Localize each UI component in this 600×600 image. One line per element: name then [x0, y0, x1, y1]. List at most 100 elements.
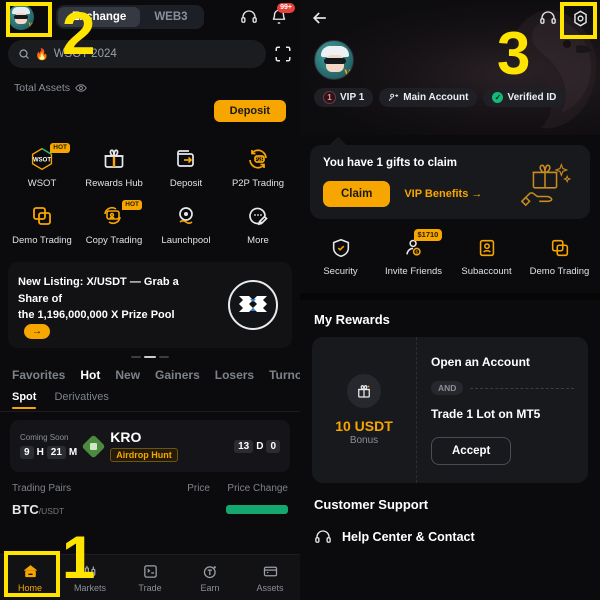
reward-step-2: Trade 1 Lot on MT5 — [431, 407, 541, 421]
quick-action-launchpool[interactable]: Launchpool — [150, 195, 222, 252]
scan-icon[interactable] — [274, 45, 292, 63]
coming-soon-label: Coming Soon — [20, 433, 69, 442]
right-top-bar — [300, 0, 600, 36]
tab-hot[interactable]: Hot — [80, 368, 100, 382]
earn-icon — [180, 563, 240, 581]
gift-claim-card: You have 1 gifts to claim Claim VIP Bene… — [310, 145, 590, 219]
quick-action-demo-trading[interactable]: Demo Trading — [6, 195, 78, 252]
profile-action-label: Invite Friends — [384, 266, 443, 277]
hot-badge: HOT — [50, 143, 70, 153]
row-change-chip — [226, 505, 288, 514]
col-trading-pairs: Trading Pairs — [12, 483, 72, 494]
dot[interactable] — [159, 356, 169, 358]
right-panel-profile-screen: v 1 VIP 1 Main Account ✓ Verified ID You… — [300, 0, 600, 600]
quick-action-p2p[interactable]: P2P P2P Trading — [222, 138, 294, 195]
tab-losers[interactable]: Losers — [215, 368, 254, 382]
reward-card-right: Open an Account AND Trade 1 Lot on MT5 A… — [417, 337, 588, 483]
reward-step-1: Open an Account — [431, 355, 530, 369]
coming-soon-token-name: KRO — [110, 429, 142, 445]
deposit-button[interactable]: Deposit — [213, 100, 286, 122]
quick-action-copy-trading[interactable]: HOT Copy Trading — [78, 195, 150, 252]
headset-icon[interactable] — [240, 8, 258, 26]
shield-check-icon — [304, 235, 377, 261]
row-quote: /USDT — [38, 506, 65, 516]
dashed-connector — [470, 387, 574, 389]
bell-icon[interactable]: 99+ — [270, 3, 295, 26]
coming-soon-card[interactable]: Coming Soon 9 H 21 M KRO Airdrop Hunt 13… — [10, 420, 290, 472]
kro-token-icon — [81, 433, 106, 459]
bottom-nav-earn[interactable]: Earn — [180, 563, 240, 593]
banner-text: New Listing: X/USDT — Grab a Share of th… — [18, 274, 208, 340]
search-row: 🔥 WSOT 2024 — [8, 40, 292, 68]
profile-action-security[interactable]: Security — [304, 235, 377, 277]
market-tabs: Favorites Hot New Gainers Losers Turnov — [0, 358, 300, 382]
profile-hero: v 1 VIP 1 Main Account ✓ Verified ID — [300, 0, 600, 135]
chip-main-account[interactable]: Main Account — [379, 88, 478, 107]
coming-soon-info: KRO Airdrop Hunt — [110, 429, 178, 463]
banner-line-2: the 1,196,000,000 X Prize Pool — [18, 309, 175, 321]
reward-gift-icon — [347, 374, 381, 408]
vip-benefits-link[interactable]: VIP Benefits → — [404, 188, 482, 200]
tab-favorites[interactable]: Favorites — [12, 368, 65, 382]
dot[interactable] — [131, 356, 141, 358]
profile-action-invite-friends[interactable]: $ $1710 Invite Friends — [377, 229, 450, 277]
quick-action-rewards-hub[interactable]: Rewards Hub — [78, 138, 150, 195]
avatar-sunglasses — [324, 58, 346, 64]
claim-button[interactable]: Claim — [323, 181, 391, 207]
countdown-value: 21 — [46, 446, 66, 459]
help-center-row[interactable]: Help Center & Contact — [300, 512, 600, 546]
subtab-spot[interactable]: Spot — [12, 391, 37, 409]
quick-action-label: WSOT — [27, 178, 57, 189]
subtab-derivatives[interactable]: Derivatives — [54, 391, 108, 403]
quick-action-deposit[interactable]: Deposit — [150, 138, 222, 195]
coming-soon-countdown-left: 9 H 21 M — [20, 446, 77, 459]
quick-action-label: Demo Trading — [12, 235, 72, 246]
more-icon — [222, 201, 294, 231]
quick-action-label: Launchpool — [161, 235, 211, 246]
countdown-value: 13 — [234, 439, 254, 453]
search-input[interactable]: 🔥 WSOT 2024 — [8, 40, 266, 68]
quick-action-label: Deposit — [169, 178, 203, 189]
profile-action-subaccount[interactable]: Subaccount — [450, 235, 523, 277]
bottom-nav-trade[interactable]: Trade — [120, 563, 180, 593]
invite-bonus-badge: $1710 — [413, 229, 443, 241]
avatar-badge-icon: v — [344, 65, 351, 79]
dot-active[interactable] — [144, 356, 156, 358]
profile-action-demo-trading[interactable]: Demo Trading — [523, 235, 596, 277]
svg-text:WSOT: WSOT — [33, 158, 51, 164]
quick-action-more[interactable]: More — [222, 195, 294, 252]
countdown-value: 9 — [20, 446, 34, 459]
promo-banner[interactable]: New Listing: X/USDT — Grab a Share of th… — [8, 262, 292, 348]
reward-amount: 10 USDT — [335, 418, 393, 434]
customer-support-title: Customer Support — [314, 497, 429, 512]
chip-vip-label: VIP 1 — [340, 92, 365, 103]
chip-verified-id[interactable]: ✓ Verified ID — [483, 88, 566, 107]
left-panel-home-screen: v Exchange WEB3 99+ 🔥 WSOT 2024 Total As… — [0, 0, 300, 600]
annotation-number-3: 3 — [497, 20, 531, 87]
tab-new[interactable]: New — [115, 368, 140, 382]
table-row[interactable]: BTC/USDT — [0, 494, 300, 517]
back-arrow-icon[interactable] — [310, 8, 330, 28]
deposit-row: Deposit — [0, 94, 300, 122]
countdown-unit: H — [36, 447, 44, 458]
left-top-icons: 99+ — [240, 3, 295, 26]
tab-web3[interactable]: WEB3 — [140, 7, 201, 27]
tab-turnover[interactable]: Turnov — [269, 368, 300, 382]
quick-actions-grid: WSOT HOT WSOT Rewards Hub Deposit P2P P2… — [0, 122, 300, 252]
bottom-nav-label: Assets — [256, 582, 284, 593]
quick-action-label: Rewards Hub — [85, 178, 143, 189]
accept-button[interactable]: Accept — [431, 437, 512, 465]
subaccount-icon — [450, 235, 523, 261]
section-separator — [300, 293, 600, 300]
eye-icon[interactable] — [75, 82, 87, 94]
tab-gainers[interactable]: Gainers — [155, 368, 200, 382]
quick-action-wsot[interactable]: WSOT HOT WSOT — [6, 138, 78, 195]
gift-in-hand-icon — [520, 163, 572, 207]
reward-card: 10 USDT Bonus Open an Account AND Trade … — [312, 337, 588, 483]
chip-vip[interactable]: 1 VIP 1 — [314, 88, 374, 107]
bottom-nav-assets[interactable]: Assets — [240, 563, 300, 593]
headset-icon[interactable] — [539, 9, 557, 27]
chip-verified-label: Verified ID — [507, 92, 557, 103]
profile-avatar-large[interactable]: v — [314, 40, 354, 80]
banner-arrow-button[interactable]: → — [24, 324, 50, 340]
